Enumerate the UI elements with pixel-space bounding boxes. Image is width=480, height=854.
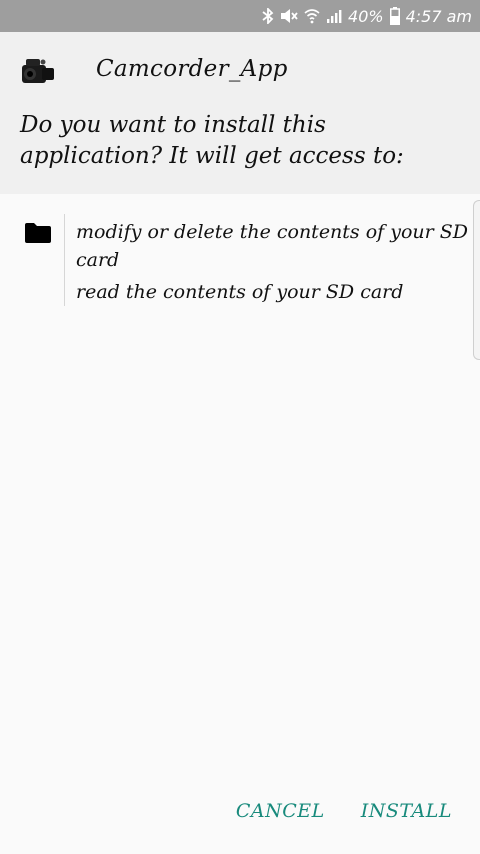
permission-item: modify or delete the contents of your SD… bbox=[76, 221, 469, 271]
bluetooth-icon bbox=[262, 8, 274, 24]
folder-icon bbox=[24, 222, 52, 244]
permission-divider bbox=[64, 214, 65, 306]
wifi-icon bbox=[304, 8, 320, 24]
app-name: Camcorder_App bbox=[96, 56, 288, 82]
scroll-handle[interactable] bbox=[473, 200, 480, 360]
clock: 4:57 am bbox=[405, 6, 472, 26]
signal-icon bbox=[326, 8, 342, 24]
install-button[interactable]: INSTALL bbox=[359, 796, 454, 826]
install-question: Do you want to install this application?… bbox=[20, 112, 404, 169]
dialog-buttons: CANCEL INSTALL bbox=[234, 796, 454, 826]
battery-percent: 40% bbox=[348, 6, 384, 26]
cancel-button[interactable]: CANCEL bbox=[234, 796, 327, 826]
mute-icon bbox=[280, 8, 298, 24]
status-bar: 40% 4:57 am bbox=[0, 0, 480, 32]
permission-item: read the contents of your SD card bbox=[76, 281, 404, 303]
status-icons: 40% 4:57 am bbox=[262, 0, 472, 32]
permission-list: modify or delete the contents of your SD… bbox=[76, 218, 474, 306]
battery-icon bbox=[389, 7, 400, 25]
install-header: Camcorder_App Do you want to install thi… bbox=[0, 32, 480, 194]
camcorder-icon bbox=[16, 52, 56, 92]
